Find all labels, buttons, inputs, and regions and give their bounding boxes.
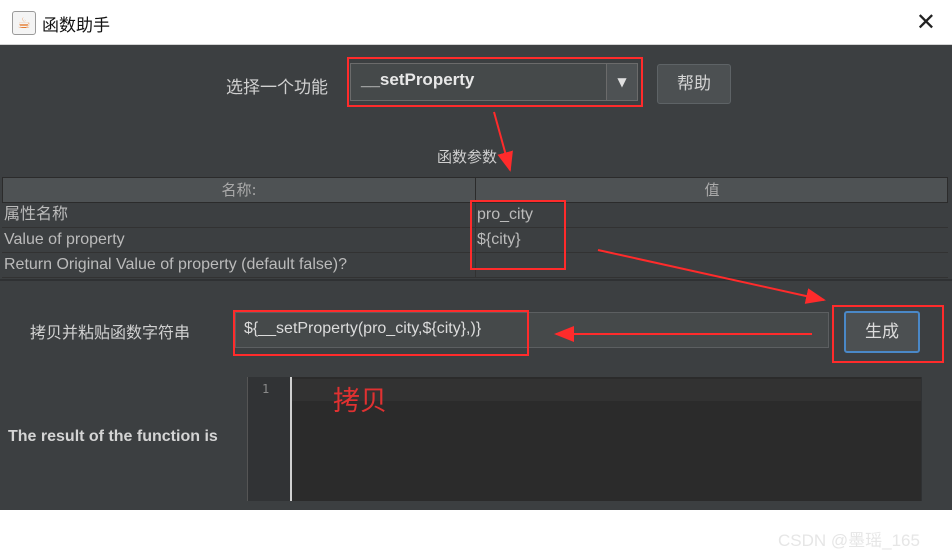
arrow-to-generate	[597, 249, 826, 304]
arrow-to-values	[493, 111, 513, 172]
annotation-arrows	[493, 111, 826, 342]
watermark: CSDN @墨瑶_165	[778, 531, 920, 550]
